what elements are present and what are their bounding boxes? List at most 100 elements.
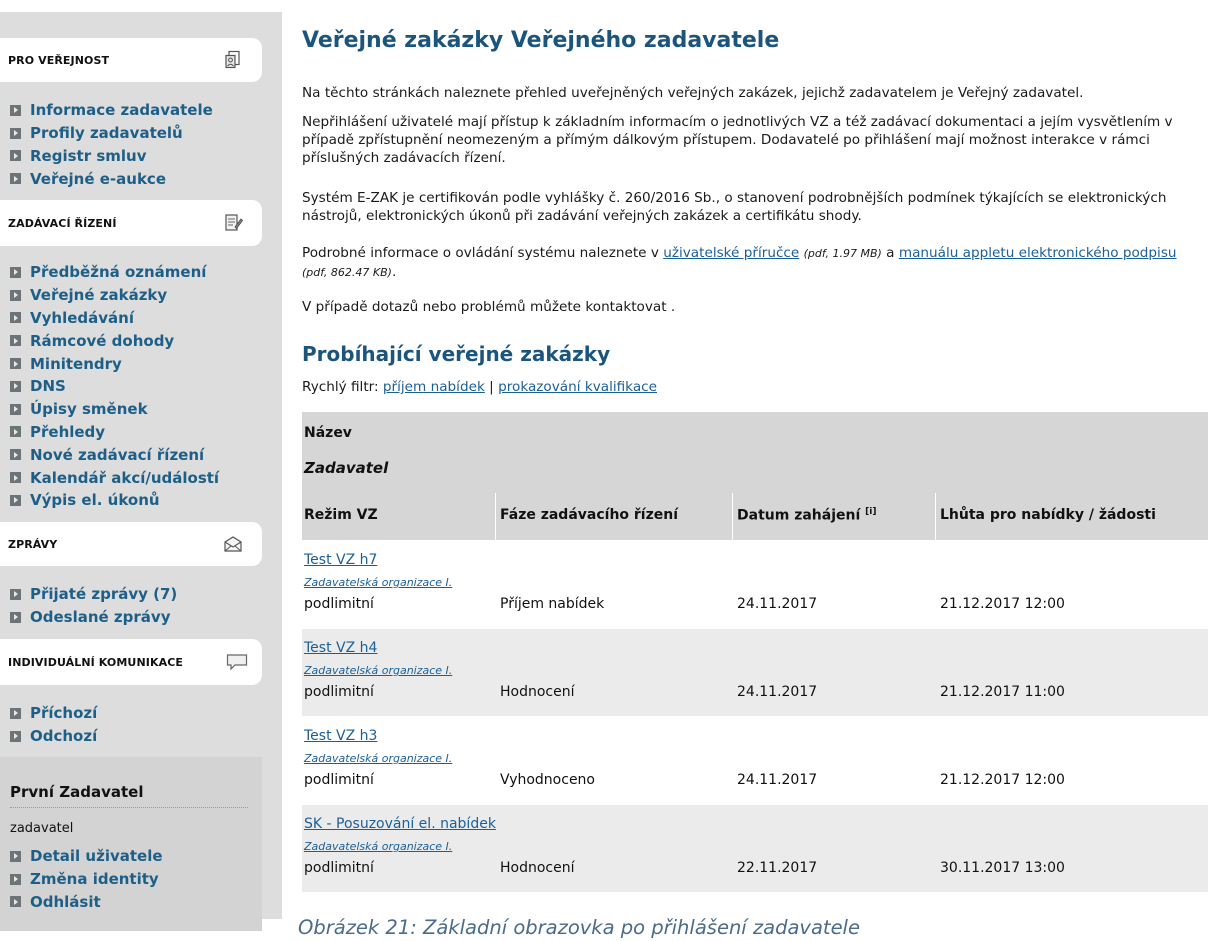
sidebar-header-communication: INDIVIDUÁLNÍ KOMUNIKACE: [0, 639, 262, 685]
column-header-authority[interactable]: Zadavatel: [304, 459, 388, 477]
column-header-deadline[interactable]: Lhůta pro nabídky / žádosti: [940, 507, 1156, 523]
tender-name-link[interactable]: Test VZ h4: [304, 640, 377, 656]
manuals-paragraph: Podrobné informace o ovládání systému na…: [302, 244, 1202, 282]
cell-phase: Příjem nabídek: [500, 596, 605, 612]
table-row: Test VZ h3 Zadavatelská organizace I. po…: [302, 716, 1208, 804]
cell-regime: podlimitní: [304, 860, 374, 876]
bullet-arrow-icon: [10, 449, 21, 461]
bullet-arrow-icon: [10, 289, 21, 301]
cell-phase: Hodnocení: [500, 684, 575, 700]
sidebar-item-predbezna-oznameni[interactable]: Předběžná oznámení: [10, 261, 219, 284]
sidebar-header-public: PRO VEŘEJNOST: [0, 38, 262, 82]
cell-deadline: 30.11.2017 13:00: [940, 860, 1065, 876]
sidebar-item-ramcove-dohody[interactable]: Rámcové dohody: [10, 329, 219, 352]
bullet-arrow-icon: [10, 426, 21, 438]
bullet-arrow-icon: [10, 707, 21, 719]
cell-deadline: 21.12.2017 12:00: [940, 596, 1065, 612]
sidebar-header-title: ZPRÁVY: [8, 537, 58, 551]
public-users-icon: [222, 49, 244, 71]
column-header-phase[interactable]: Fáze zadávacího řízení: [500, 507, 678, 523]
tender-name-link[interactable]: SK - Posuzování el. nabídek: [304, 816, 496, 832]
bullet-arrow-icon: [10, 358, 21, 370]
filter-qualification-link[interactable]: prokazování kvalifikace: [498, 379, 657, 395]
cell-regime: podlimitní: [304, 684, 374, 700]
bullet-arrow-icon: [10, 104, 21, 116]
sidebar-item-odchozi[interactable]: Odchozí: [10, 725, 97, 748]
sidebar-item-registr-smluv[interactable]: Registr smluv: [10, 145, 213, 168]
sidebar-item-profily-zadavatelu[interactable]: Profily zadavatelů: [10, 122, 213, 145]
page-title: Veřejné zakázky Veřejného zadavatele: [302, 28, 780, 53]
bullet-arrow-icon: [10, 896, 21, 908]
sidebar-item-dns[interactable]: DNS: [10, 375, 219, 398]
bullet-arrow-icon: [10, 335, 21, 347]
tender-name-link[interactable]: Test VZ h7: [304, 552, 377, 568]
cell-start-date: 24.11.2017: [737, 684, 818, 700]
column-header-regime[interactable]: Režim VZ: [304, 507, 378, 523]
contact-paragraph: V případě dotazů nebo problémů můžete ko…: [302, 299, 676, 315]
cell-phase: Hodnocení: [500, 860, 575, 876]
bullet-arrow-icon: [10, 730, 21, 742]
cell-start-date: 24.11.2017: [737, 772, 818, 788]
sidebar-item-vyhledavani[interactable]: Vyhledávání: [10, 307, 219, 330]
sidebar-item-kalendar-akci[interactable]: Kalendář akcí/událostí: [10, 466, 219, 489]
bullet-arrow-icon: [10, 150, 21, 162]
sidebar: PRO VEŘEJNOST Informace zadavatele Profi…: [0, 12, 282, 931]
bullet-arrow-icon: [10, 127, 21, 139]
sidebar-item-vypis-el-ukonu[interactable]: Výpis el. úkonů: [10, 489, 219, 512]
bullet-arrow-icon: [10, 380, 21, 392]
bullet-arrow-icon: [10, 611, 21, 623]
bullet-arrow-icon: [10, 588, 21, 600]
sidebar-item-odhlasit[interactable]: Odhlásit: [10, 891, 163, 914]
sidebar-header-title: ZADÁVACÍ ŘÍZENÍ: [8, 216, 117, 230]
bullet-arrow-icon: [10, 266, 21, 278]
quick-filter-separator: |: [489, 379, 494, 395]
quick-filter: Rychlý filtr: příjem nabídek | prokazová…: [302, 379, 657, 395]
tenders-table: Název Zadavatel Režim VZ Fáze zadávacího…: [302, 412, 1208, 892]
sidebar-item-zmena-identity[interactable]: Změna identity: [10, 868, 163, 891]
authority-link[interactable]: Zadavatelská organizace I.: [304, 752, 452, 765]
sidebar-list-public: Informace zadavatele Profily zadavatelů …: [10, 99, 213, 190]
quick-filter-label: Rychlý filtr:: [302, 379, 379, 395]
column-separator: [495, 493, 496, 540]
sidebar-item-prichozi[interactable]: Příchozí: [10, 702, 97, 725]
intro-paragraph: Na těchto stránkách naleznete přehled uv…: [302, 85, 1084, 101]
sidebar-header-title: INDIVIDUÁLNÍ KOMUNIKACE: [8, 655, 183, 669]
user-name: První Zadavatel: [10, 783, 144, 801]
signature-applet-meta: (pdf, 862.47 KB): [302, 266, 392, 279]
sidebar-list-messages: Přijaté zprávy (7) Odeslané zprávy: [10, 583, 177, 629]
document-edit-icon: [222, 212, 244, 234]
sidebar-item-upisy-smenek[interactable]: Úpisy směnek: [10, 398, 219, 421]
sidebar-list-communication: Příchozí Odchozí: [10, 702, 97, 748]
authority-link[interactable]: Zadavatelská organizace I.: [304, 664, 452, 677]
manuals-text: a: [881, 245, 899, 261]
sidebar-header-procurement: ZADÁVACÍ ŘÍZENÍ: [0, 200, 262, 246]
sidebar-item-prijate-zpravy[interactable]: Přijaté zprávy (7): [10, 583, 177, 606]
cell-deadline: 21.12.2017 12:00: [940, 772, 1065, 788]
column-header-name[interactable]: Název: [304, 425, 352, 441]
sidebar-item-informace-zadavatele[interactable]: Informace zadavatele: [10, 99, 213, 122]
speech-bubble-icon: [226, 651, 248, 673]
bullet-arrow-icon: [10, 312, 21, 324]
sidebar-item-verejne-e-aukce[interactable]: Veřejné e-aukce: [10, 167, 213, 190]
user-guide-meta: (pdf, 1.97 MB): [803, 247, 882, 260]
tender-name-link[interactable]: Test VZ h3: [304, 728, 377, 744]
signature-applet-manual-link[interactable]: manuálu appletu elektronického podpisu: [899, 245, 1177, 261]
sidebar-item-minitendry[interactable]: Minitendry: [10, 352, 219, 375]
column-separator: [732, 493, 733, 540]
authority-link[interactable]: Zadavatelská organizace I.: [304, 840, 452, 853]
info-icon[interactable]: [i]: [865, 507, 876, 517]
sidebar-item-detail-uzivatele[interactable]: Detail uživatele: [10, 845, 163, 868]
column-header-start-date[interactable]: Datum zahájení [i]: [737, 507, 876, 524]
sidebar-header-title: PRO VEŘEJNOST: [8, 53, 110, 67]
sidebar-item-prehledy[interactable]: Přehledy: [10, 421, 219, 444]
user-guide-link[interactable]: uživatelské příručce: [663, 245, 799, 261]
sidebar-item-verejne-zakazky[interactable]: Veřejné zakázky: [10, 284, 219, 307]
figure-caption: Obrázek 21: Základní obrazovka po přihlá…: [298, 916, 860, 939]
table-row: Test VZ h4 Zadavatelská organizace I. po…: [302, 628, 1208, 716]
access-paragraph: Nepřihlášení uživatelé mají přístup k zá…: [302, 114, 1173, 166]
sidebar-item-odeslane-zpravy[interactable]: Odeslané zprávy: [10, 606, 177, 629]
filter-offers-link[interactable]: příjem nabídek: [383, 379, 485, 395]
sidebar-item-nove-zadavaci-rizeni[interactable]: Nové zadávací řízení: [10, 443, 219, 466]
bullet-arrow-icon: [10, 873, 21, 885]
authority-link[interactable]: Zadavatelská organizace I.: [304, 576, 452, 589]
